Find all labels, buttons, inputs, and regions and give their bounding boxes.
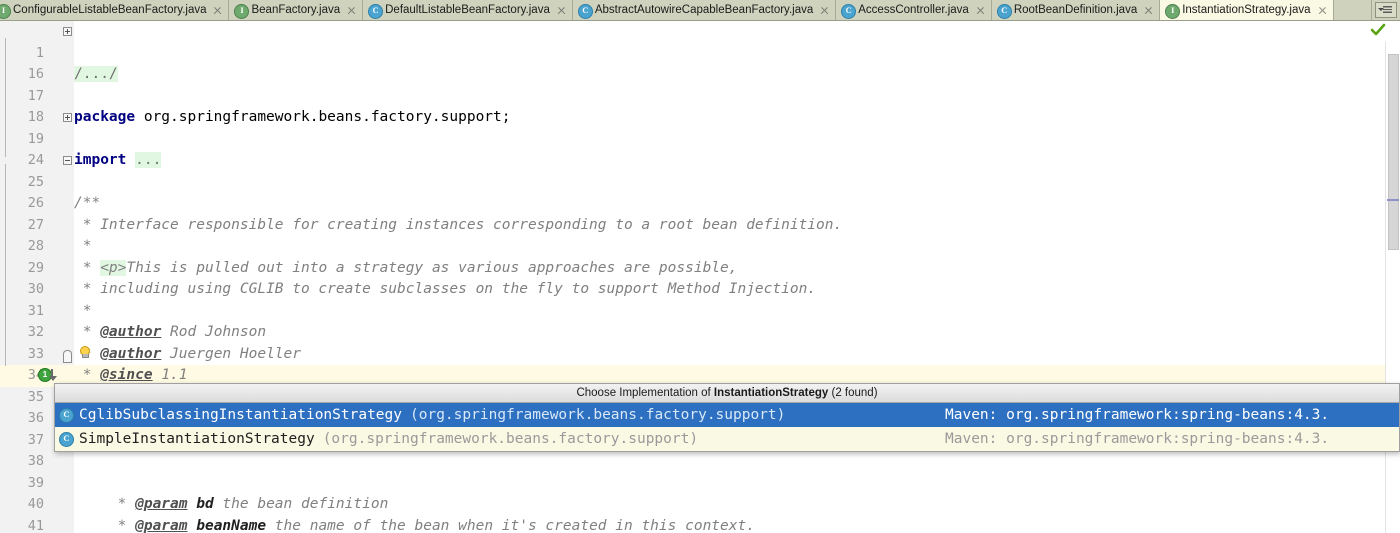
close-icon[interactable]: [819, 5, 830, 16]
editor-tab-6-active[interactable]: I InstantiationStrategy.java: [1160, 0, 1334, 20]
fold-expand-icon[interactable]: [63, 27, 72, 36]
editor-tab-3[interactable]: C AbstractAutowireCapableBeanFactory.jav…: [572, 0, 837, 20]
editor-tab-label: AbstractAutowireCapableBeanFactory.java: [594, 4, 814, 16]
editor-tab-2[interactable]: C DefaultListableBeanFactory.java: [363, 0, 573, 20]
code-text-area[interactable]: 1 /.../ 16 17 package org.springframewor…: [0, 21, 1400, 533]
editor-tab-1[interactable]: I BeanFactory.java: [229, 0, 364, 20]
popup-header: Choose Implementation of InstantiationSt…: [55, 384, 1399, 403]
show-hidden-tabs-icon[interactable]: [1375, 2, 1397, 18]
scrollbar-marker[interactable]: [1387, 199, 1399, 201]
close-icon[interactable]: [346, 5, 357, 16]
editor-marker-scrollbar[interactable]: [1385, 42, 1400, 533]
class-icon: C: [368, 4, 384, 19]
implementation-package: (org.springframework.beans.factory.suppo…: [410, 407, 786, 423]
fold-expand-icon[interactable]: [63, 113, 72, 122]
class-icon: C: [59, 407, 74, 423]
scrollbar-thumb[interactable]: [1388, 54, 1399, 250]
editor-tab-label: ConfigurableListableBeanFactory.java: [13, 4, 207, 16]
code-line: 26 * Interface responsible for creating …: [0, 172, 1400, 233]
idea-editor-window: I ConfigurableListableBeanFactory.java I…: [0, 0, 1400, 533]
implementation-list-item-0[interactable]: C CglibSubclassingInstantiationStrategy …: [55, 403, 1399, 427]
fold-region-end-icon[interactable]: [63, 350, 72, 363]
implemented-by-gutter-icon[interactable]: 1: [38, 368, 60, 382]
implementation-package: (org.springframework.beans.factory.suppo…: [322, 431, 699, 447]
code-line: 42 * belong to the factory.: [0, 516, 1400, 533]
code-line: 1 /.../: [0, 21, 1400, 82]
fold-collapse-icon[interactable]: [63, 156, 72, 165]
editor-tab-label: DefaultListableBeanFactory.java: [385, 4, 550, 16]
close-icon[interactable]: [212, 5, 223, 16]
tab-list-button[interactable]: [1371, 0, 1400, 20]
implementation-library: Maven: org.springframework:spring-beans:…: [945, 431, 1330, 447]
code-line: 19 import ...: [0, 107, 1400, 168]
code-line: 16: [0, 43, 1400, 82]
code-line: 39 * @param bd the bean definition: [0, 451, 1400, 513]
code-line: 25 /**: [0, 150, 1400, 212]
code-line: 34 */: [0, 344, 1400, 405]
class-icon: C: [996, 4, 1012, 19]
close-icon[interactable]: [1143, 5, 1154, 16]
popup-title-suffix: (2 found): [828, 387, 878, 399]
editor-tab-label: AccessController.java: [858, 4, 969, 16]
interface-icon: I: [234, 4, 250, 19]
code-line: 17 package org.springframework.beans.fac…: [0, 64, 1400, 126]
close-icon[interactable]: [975, 5, 986, 16]
code-line: 29 * including using CGLIB to create sub…: [0, 236, 1400, 298]
class-icon: C: [577, 4, 593, 19]
code-line: 27 *: [0, 193, 1400, 255]
editor-tab-0[interactable]: I ConfigurableListableBeanFactory.java: [0, 0, 230, 20]
choose-implementation-popup[interactable]: Choose Implementation of InstantiationSt…: [54, 383, 1400, 452]
code-line: 28 * <p>This is pulled out into a strate…: [0, 215, 1400, 276]
close-icon[interactable]: [556, 5, 567, 16]
popup-title-prefix: Choose Implementation of: [576, 387, 714, 399]
code-line: 30 *: [0, 258, 1400, 319]
implementation-class-name: SimpleInstantiationStrategy: [79, 431, 315, 447]
code-line: 18: [0, 86, 1400, 125]
implementation-list-item-1[interactable]: C SimpleInstantiationStrategy (org.sprin…: [55, 427, 1399, 451]
editor-tab-5[interactable]: C RootBeanDefinition.java: [991, 0, 1161, 20]
code-line: 31 * @author Rod Johnson: [0, 279, 1400, 341]
code-line: 40 * @param beanName the name of the bea…: [0, 473, 1400, 533]
close-icon[interactable]: [1317, 5, 1328, 16]
inspection-status-icon[interactable]: [1370, 23, 1386, 37]
popup-title: Choose Implementation of InstantiationSt…: [576, 387, 877, 399]
editor-tab-label: InstantiationStrategy.java: [1182, 4, 1311, 16]
code-editor[interactable]: 1 /.../ 16 17 package org.springframewor…: [0, 21, 1400, 533]
intention-bulb-icon[interactable]: [78, 346, 90, 359]
editor-tab-bar: I ConfigurableListableBeanFactory.java I…: [0, 0, 1400, 21]
code-line: 41 * The name can be {@code null} if we'…: [0, 494, 1400, 533]
editor-tab-label: BeanFactory.java: [251, 4, 341, 16]
implementation-class-name: CglibSubclassingInstantiationStrategy: [79, 407, 403, 423]
checkmark-icon: [1370, 23, 1386, 36]
editor-tab-label: RootBeanDefinition.java: [1013, 4, 1138, 16]
interface-icon: I: [1165, 4, 1181, 19]
interface-icon: I: [0, 4, 11, 19]
editor-tab-4[interactable]: C AccessController.java: [836, 0, 992, 20]
code-line: 32 * @author Juergen Hoeller: [0, 301, 1400, 362]
code-line: 24: [0, 129, 1400, 168]
popup-title-target: InstantiationStrategy: [713, 387, 829, 399]
class-icon: C: [59, 431, 74, 447]
code-line: 33 * @since 1.1: [0, 322, 1400, 384]
class-icon: C: [841, 4, 857, 19]
implementation-library: Maven: org.springframework:spring-beans:…: [945, 407, 1330, 423]
